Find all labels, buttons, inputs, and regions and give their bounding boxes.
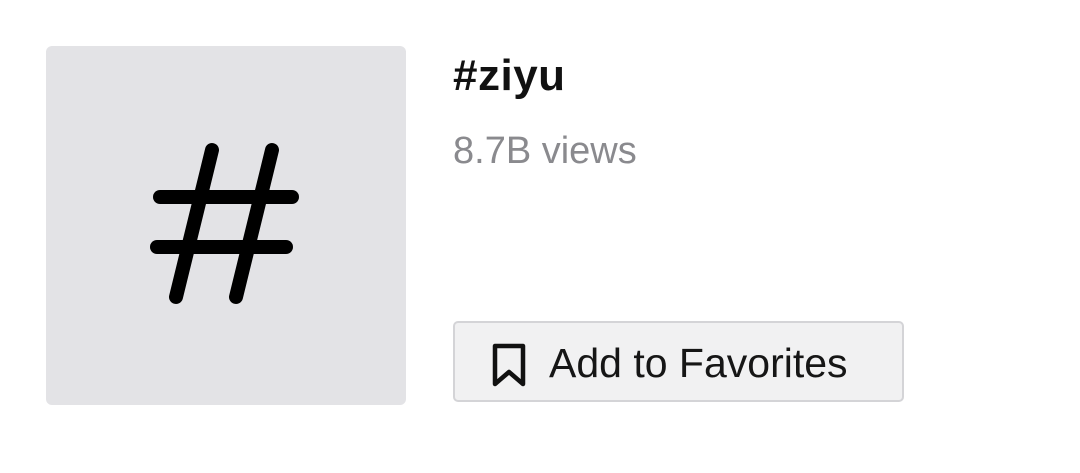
hash-icon	[150, 143, 299, 304]
hashtag-thumbnail	[46, 46, 406, 405]
bookmark-icon	[492, 343, 526, 387]
add-to-favorites-label: Add to Favorites	[549, 340, 848, 386]
view-count: 8.7B views	[453, 130, 637, 172]
hashtag-title: #ziyu	[453, 51, 566, 100]
add-to-favorites-button[interactable]: Add to Favorites	[453, 321, 904, 402]
